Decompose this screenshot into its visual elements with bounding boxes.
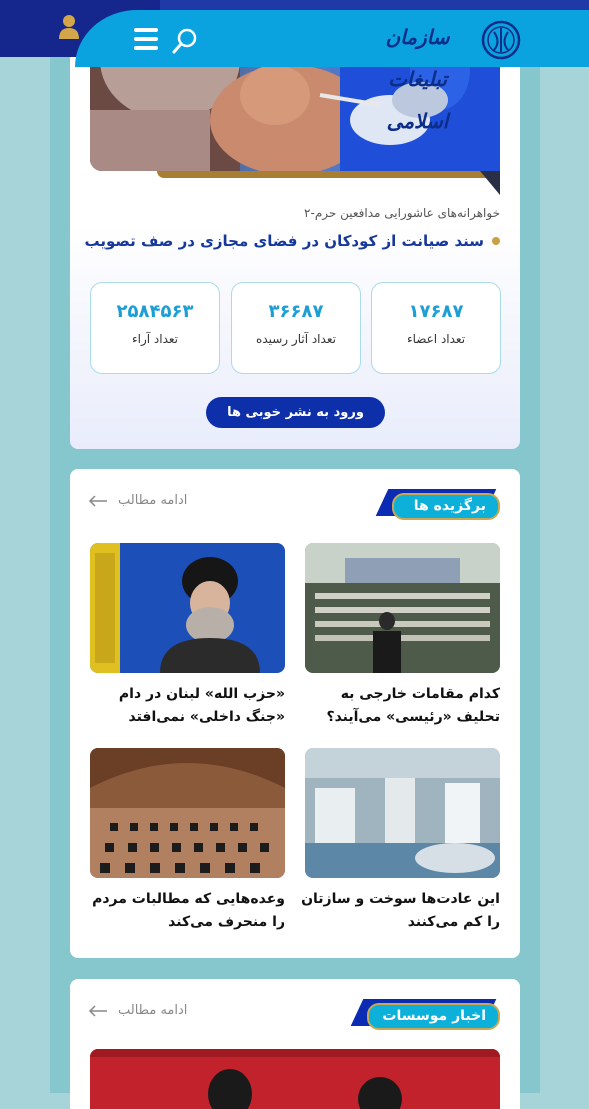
- section-title-tag: برگزیده ها: [375, 489, 500, 520]
- parliament-photo: [305, 543, 500, 673]
- news-thumb-hospital[interactable]: [305, 748, 500, 878]
- news-caption[interactable]: وعده‌هایی که مطالبات مردم را منحرف می‌کن…: [85, 888, 285, 934]
- featured-subhead[interactable]: خواهرانه‌های عاشورایی مدافعین حرم-۲: [304, 206, 500, 220]
- speaker-photo: [90, 543, 285, 673]
- stat-members-value: ۱۷۶۸۷: [408, 301, 464, 322]
- logo-emblem-icon[interactable]: [480, 20, 522, 60]
- featured-corner-accent: [480, 171, 500, 195]
- site-header: سازمان تبلیغات اسلامی: [0, 0, 589, 133]
- headline-bullet-icon: [492, 237, 500, 245]
- stat-members: ۱۷۶۸۷ تعداد اعضاء: [371, 282, 501, 374]
- more-link-label[interactable]: ادامه مطالب: [118, 493, 187, 508]
- section-title: اخبار موسسات: [382, 1008, 486, 1024]
- featured-headline-text[interactable]: سند صیانت از کودکان در فضای مجازی در صف …: [84, 232, 484, 250]
- stat-works: ۳۶۶۸۷ تعداد آثار رسیده: [231, 282, 361, 374]
- featured-headline[interactable]: سند صیانت از کودکان در فضای مجازی در صف …: [84, 232, 500, 250]
- user-icon[interactable]: [58, 14, 80, 40]
- search-icon[interactable]: [172, 27, 200, 55]
- hospital-photo: [305, 748, 500, 878]
- section-title: برگزیده ها: [413, 498, 486, 514]
- more-link[interactable]: ادامه مطالب: [88, 493, 187, 508]
- news-thumb-hall[interactable]: [90, 748, 285, 878]
- stat-works-label: تعداد آثار رسیده: [256, 332, 336, 346]
- menu-icon[interactable]: [132, 26, 160, 52]
- news-caption[interactable]: این عادت‌ها سوخت و سازتان را کم می‌کنند: [300, 888, 500, 934]
- arrow-left-icon[interactable]: [88, 494, 108, 507]
- stat-members-label: تعداد اعضاء: [406, 332, 466, 346]
- hall-photo: [90, 748, 285, 878]
- stat-works-value: ۳۶۶۸۷: [268, 301, 324, 322]
- news-caption[interactable]: «حزب الله» لبنان در دام «جنگ داخلی» نمی‌…: [85, 683, 285, 729]
- stat-votes-label: تعداد آراء: [131, 332, 179, 346]
- institutes-photo: [90, 1049, 500, 1109]
- more-link[interactable]: ادامه مطالب: [88, 1003, 187, 1018]
- arrow-left-icon[interactable]: [88, 1004, 108, 1017]
- news-caption[interactable]: کدام مقامات خارجی به تحلیف «رئیسی» می‌آی…: [300, 683, 500, 729]
- stat-votes: ۲۵۸۴۵۶۳ تعداد آراء: [90, 282, 220, 374]
- stat-votes-value: ۲۵۸۴۵۶۳: [116, 301, 194, 322]
- more-link-label[interactable]: ادامه مطالب: [118, 1003, 187, 1018]
- news-thumb-speaker[interactable]: [90, 543, 285, 673]
- institutes-news-image[interactable]: [90, 1049, 500, 1109]
- news-thumb-parliament[interactable]: [305, 543, 500, 673]
- enter-nashr-button[interactable]: ورود به نشر خوبی ها: [206, 397, 385, 428]
- featured-accent-stripe: [157, 171, 500, 178]
- section-title-tag: اخبار موسسات: [350, 999, 500, 1030]
- logo-text[interactable]: سازمان تبلیغات اسلامی: [360, 16, 475, 133]
